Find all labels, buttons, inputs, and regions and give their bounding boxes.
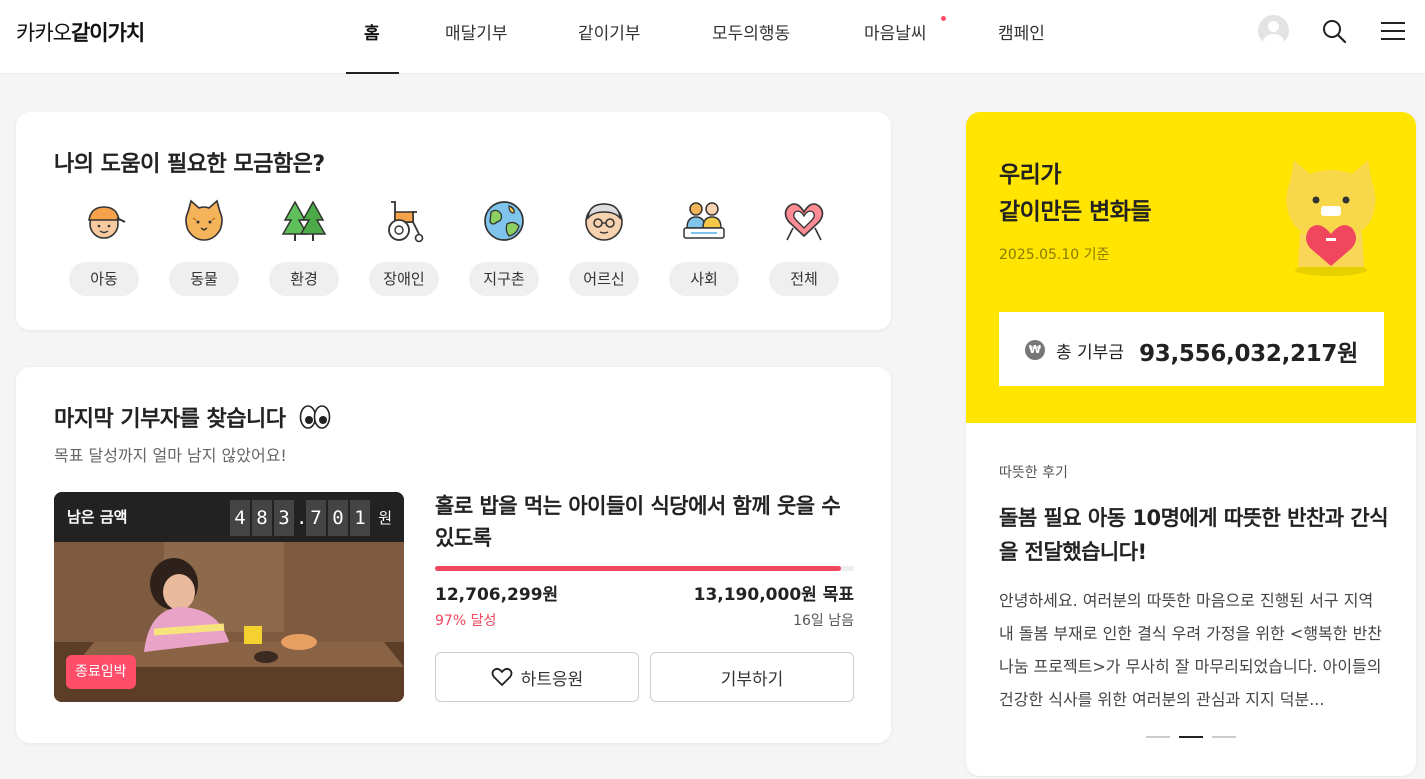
category-label: 사회 [669,262,739,296]
logo[interactable]: 카카오같이가치 [16,17,145,47]
category-all[interactable]: 전체 [769,198,839,296]
people-icon [683,202,725,239]
nav-weather[interactable]: 마음날씨 [864,19,927,44]
days-left: 16일 남음 [793,613,854,629]
carousel-pager [1146,736,1236,738]
counter-digit: 0 [328,500,348,536]
new-dot [941,16,946,21]
counter-digit: 4 [230,500,250,536]
summary-card: 우리가 같이만든 변화들 2025.05.10 기준 ₩ 총 기부금 93,55… [966,112,1416,776]
pager-dot-active[interactable] [1179,736,1203,738]
category-child[interactable]: 아동 [69,198,139,296]
project-title[interactable]: 홀로 밥을 먹는 아이들이 식당에서 함께 웃을 수 있도록 [435,490,860,554]
last-donor-title: 마지막 기부자를 찾습니다 [54,401,331,433]
closing-soon-badge: 종료임박 [66,655,136,689]
category-environment[interactable]: 환경 [269,198,339,296]
progress-bar [435,566,854,571]
category-disabled[interactable]: 장애인 [369,198,439,296]
category-animal[interactable]: 동물 [169,198,239,296]
review-tag: 따뜻한 후기 [999,465,1068,481]
total-donation-box: ₩ 총 기부금 93,556,032,217원 [999,312,1384,386]
trees-icon [281,200,327,241]
donate-label: 기부하기 [720,669,784,690]
counter-digit: 8 [252,500,272,536]
category-label: 아동 [69,262,139,296]
last-donor-subtitle: 목표 달성까지 얼마 남지 않았어요! [54,446,287,465]
percent-achieved: 97% 달성 [435,613,497,629]
elder-icon [585,203,623,241]
total-label: 총 기부금 [1056,343,1124,363]
category-label: 동물 [169,262,239,296]
child-icon [88,206,126,239]
search-icon[interactable] [1321,18,1347,44]
total-value: 93,556,032,217원 [1139,341,1358,367]
nav-campaign[interactable]: 캠페인 [998,19,1045,44]
summary-panel: 우리가 같이만든 변화들 2025.05.10 기준 ₩ 총 기부금 93,55… [966,112,1416,423]
donate-button[interactable]: 기부하기 [650,652,854,702]
counter-separator: . [296,507,308,529]
nav-action[interactable]: 모두의행동 [712,19,790,44]
counter-digit: 7 [306,500,326,536]
heart-support-label: 하트응원 [520,669,584,690]
summary-title: 우리가 같이만든 변화들 [999,162,1152,225]
avatar[interactable] [1258,15,1289,46]
pager-dot[interactable] [1212,736,1236,738]
category-card: 나의 도움이 필요한 모금함은? 아동 동물 환경 장애인 지구촌 어르신 사회… [16,112,891,330]
cat-icon [185,199,223,241]
menu-icon[interactable] [1380,18,1406,44]
review-title[interactable]: 돌봄 필요 아동 10명에게 따뜻한 반찬과 간식을 전달했습니다! [999,501,1389,569]
wheelchair-icon [388,201,424,243]
top-header: 카카오같이가치 홈 매달기부 같이기부 모두의행동 마음날씨 캠페인 [0,0,1425,74]
project-thumbnail[interactable]: 남은 금액 4 8 3 . 7 0 1 원 종료임박 [54,492,404,702]
nav-home[interactable]: 홈 [364,19,380,44]
category-global[interactable]: 지구촌 [469,198,539,296]
won-icon: ₩ [1025,340,1045,360]
category-label: 전체 [769,262,839,296]
remaining-unit: 원 [378,509,392,527]
heart-ribbon-icon [784,203,824,241]
category-label: 환경 [269,262,339,296]
mascot-heart-icon [1286,160,1376,276]
eyes-emoji-icon [299,405,330,429]
counter-digit: 1 [350,500,370,536]
review-body: 안녕하세요. 여러분의 따뜻한 마음으로 진행된 서구 지역 내 돌봄 부재로 … [999,591,1383,709]
remaining-label: 남은 금액 [67,508,128,526]
nav-together[interactable]: 같이기부 [578,19,641,44]
remaining-bar: 남은 금액 4 8 3 . 7 0 1 원 [54,492,404,542]
pager-dot[interactable] [1146,736,1170,738]
globe-icon [484,201,524,241]
category-society[interactable]: 사회 [669,198,739,296]
remaining-counter: 4 8 3 . 7 0 1 [230,500,370,536]
counter-digit: 3 [274,500,294,536]
summary-date: 2025.05.10 기준 [999,247,1110,263]
category-elder[interactable]: 어르신 [569,198,639,296]
category-label: 장애인 [369,262,439,296]
heart-icon [491,667,513,686]
progress-fill [435,566,842,571]
active-underline [346,72,399,74]
nav-monthly[interactable]: 매달기부 [445,19,508,44]
category-label: 어르신 [569,262,639,296]
category-title: 나의 도움이 필요한 모금함은? [54,152,325,177]
heart-support-button[interactable]: 하트응원 [435,652,639,702]
category-label: 지구촌 [469,262,539,296]
last-donor-card: 마지막 기부자를 찾습니다 목표 달성까지 얼마 남지 않았어요! 남은 금액 [16,367,891,743]
goal-amount: 13,190,000원 목표 [693,585,854,605]
raised-amount: 12,706,299원 [435,585,559,605]
